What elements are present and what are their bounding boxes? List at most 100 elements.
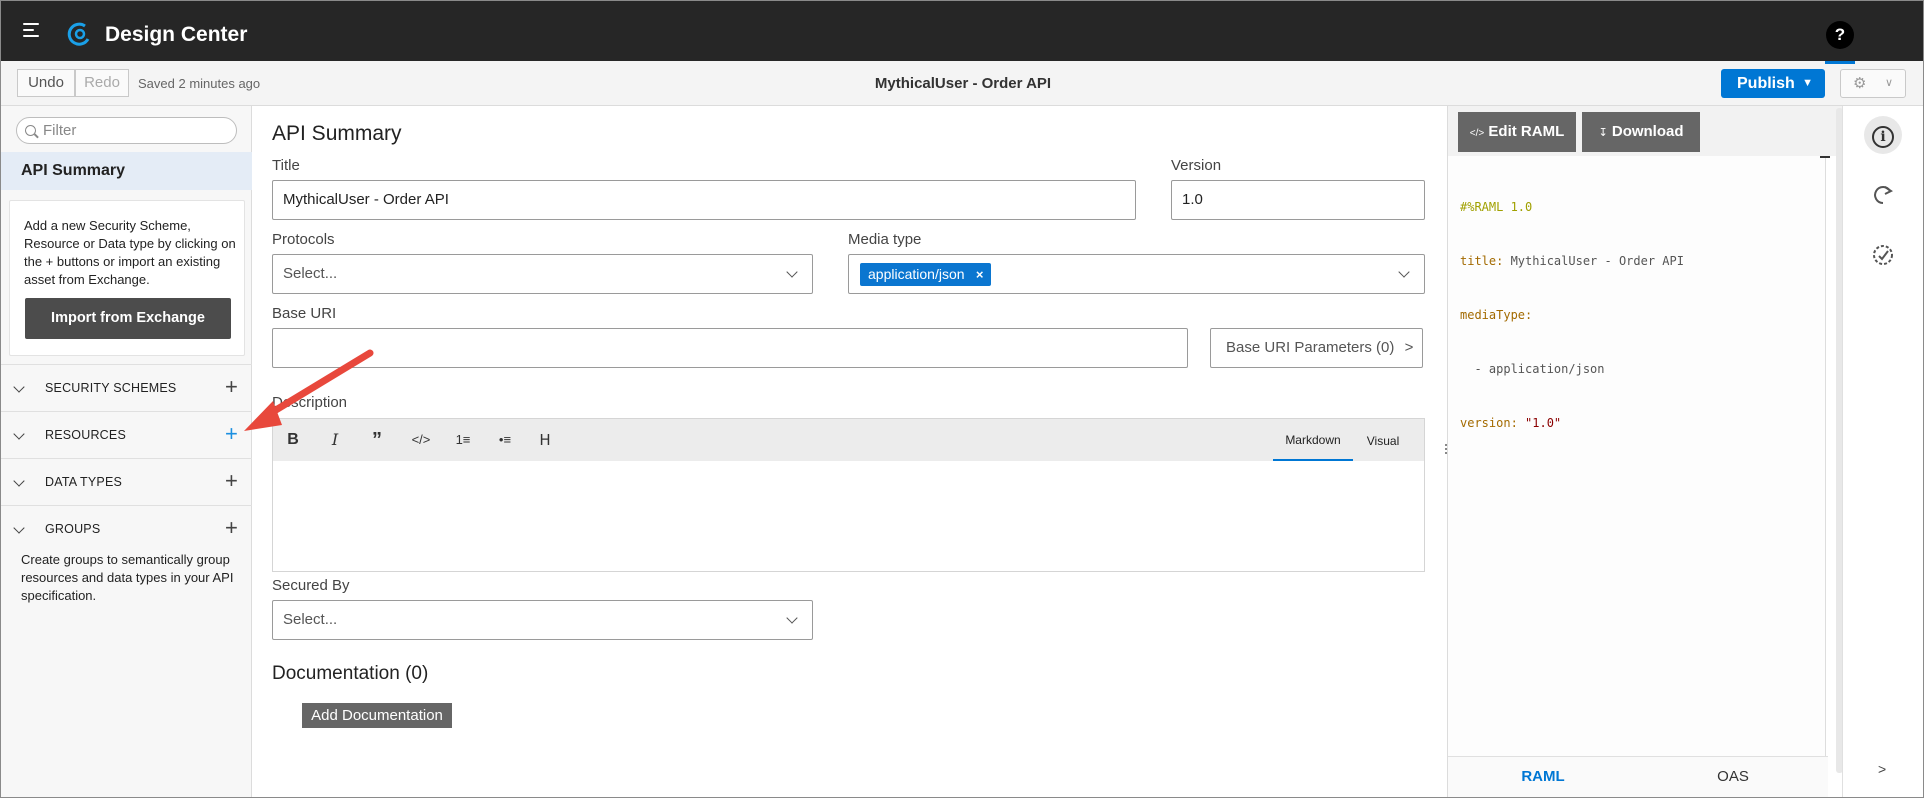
- protocols-select[interactable]: Select...: [272, 254, 813, 294]
- description-editor[interactable]: B I ” </> 1≡ •≡ H Markdown Visual: [272, 418, 1425, 572]
- code-button[interactable]: </>: [407, 429, 435, 451]
- spec-format-tabs: RAML OAS: [1448, 756, 1828, 797]
- add-security-scheme-button[interactable]: +: [225, 375, 238, 399]
- code-line: version: "1.0": [1460, 416, 1562, 430]
- section-data-types[interactable]: DATA TYPES +: [1, 458, 252, 505]
- chip-label: application/json: [868, 266, 965, 282]
- filter-placeholder: Filter: [43, 122, 77, 139]
- section-label: RESOURCES: [45, 428, 126, 442]
- heading-button[interactable]: H: [533, 429, 557, 451]
- help-button[interactable]: ?: [1826, 21, 1854, 49]
- chevron-down-icon: [1398, 266, 1410, 278]
- info-icon[interactable]: i: [1864, 116, 1902, 154]
- ordered-list-button[interactable]: 1≡: [449, 429, 477, 451]
- download-icon: ↧: [1598, 127, 1608, 139]
- download-label: Download: [1611, 123, 1684, 140]
- expand-panel-button[interactable]: >: [1878, 761, 1886, 777]
- media-type-select[interactable]: application/json ×: [848, 254, 1425, 294]
- info-card: Add a new Security Scheme, Resource or D…: [9, 200, 245, 356]
- settings-button[interactable]: ⚙ ∨: [1840, 69, 1906, 98]
- bold-button[interactable]: B: [281, 429, 305, 451]
- base-uri-input[interactable]: [272, 328, 1188, 368]
- code-icon: </>: [1469, 128, 1485, 139]
- quote-button[interactable]: ”: [365, 429, 389, 451]
- import-from-exchange-button[interactable]: Import from Exchange: [25, 298, 231, 339]
- publish-label: Publish: [1737, 75, 1795, 92]
- chevron-down-icon: ∨: [1884, 77, 1893, 89]
- editor-toolbar: B I ” </> 1≡ •≡ H Markdown Visual: [273, 419, 1424, 461]
- base-uri-parameters-label: Base URI Parameters (0): [1226, 339, 1395, 356]
- add-group-button[interactable]: +: [225, 516, 238, 540]
- section-groups[interactable]: GROUPS +: [1, 505, 252, 552]
- groups-help-text: Create groups to semantically group reso…: [21, 552, 234, 603]
- edit-raml-button[interactable]: </> Edit RAML: [1458, 112, 1576, 152]
- logo-icon: [67, 22, 90, 46]
- add-resource-button[interactable]: +: [225, 422, 238, 446]
- tab-oas[interactable]: OAS: [1638, 757, 1828, 797]
- section-label: GROUPS: [45, 522, 101, 536]
- title-input[interactable]: MythicalUser - Order API: [272, 180, 1136, 220]
- protocols-placeholder: Select...: [283, 265, 338, 282]
- top-header: Design Center ?: [1, 1, 1923, 61]
- api-summary-form: API Summary Title MythicalUser - Order A…: [253, 106, 1446, 797]
- chevron-down-icon[interactable]: [13, 475, 25, 487]
- search-icon: [25, 125, 36, 136]
- remove-chip-icon[interactable]: ×: [976, 263, 984, 286]
- secured-by-label: Secured By: [272, 577, 350, 594]
- chevron-right-icon: >: [1404, 339, 1414, 356]
- media-type-chip[interactable]: application/json ×: [860, 263, 991, 286]
- unordered-list-button[interactable]: •≡: [491, 429, 519, 451]
- protocols-label: Protocols: [272, 231, 335, 248]
- code-line: - application/json: [1460, 362, 1605, 376]
- page-title: API Summary: [272, 122, 402, 145]
- menu-icon[interactable]: [23, 23, 43, 39]
- section-label: DATA TYPES: [45, 475, 123, 489]
- publish-button[interactable]: Publish ▼: [1721, 69, 1825, 98]
- version-input[interactable]: 1.0: [1171, 180, 1425, 220]
- tab-raml[interactable]: RAML: [1448, 757, 1638, 797]
- media-type-label: Media type: [848, 231, 922, 248]
- right-icon-rail: i >: [1842, 106, 1923, 797]
- toolbar-accent: [1825, 61, 1855, 64]
- scroll-marker: [1820, 156, 1830, 158]
- section-security-schemes[interactable]: SECURITY SCHEMES +: [1, 364, 252, 411]
- tab-markdown[interactable]: Markdown: [1273, 419, 1353, 461]
- edit-raml-label: Edit RAML: [1488, 123, 1565, 140]
- secured-by-select[interactable]: Select...: [272, 600, 813, 640]
- app-title: Design Center: [105, 23, 248, 46]
- gear-icon: ⚙: [1853, 75, 1867, 92]
- description-label: Description: [272, 394, 348, 411]
- code-line: title: MythicalUser - Order API: [1460, 254, 1684, 268]
- share-icon[interactable]: [1864, 176, 1902, 214]
- section-resources[interactable]: RESOURCES +: [1, 411, 252, 458]
- code-panel: </> Edit RAML ↧ Download #%RAML 1.0 titl…: [1447, 106, 1843, 797]
- secured-by-placeholder: Select...: [283, 611, 338, 628]
- chevron-down-icon[interactable]: [13, 428, 25, 440]
- dial-icon[interactable]: [1864, 236, 1902, 274]
- left-sidebar: Filter API Summary Add a new Security Sc…: [1, 106, 252, 797]
- base-uri-parameters-button[interactable]: Base URI Parameters (0) >: [1210, 328, 1423, 368]
- add-data-type-button[interactable]: +: [225, 469, 238, 493]
- title-label: Title: [272, 157, 300, 174]
- document-title: MythicalUser - Order API: [874, 75, 1052, 92]
- filter-input[interactable]: Filter: [16, 117, 237, 144]
- code-line: #%RAML 1.0: [1460, 200, 1533, 214]
- section-label: SECURITY SCHEMES: [45, 381, 177, 395]
- chevron-down-icon: ▼: [1802, 77, 1813, 89]
- editor-toolbar: Undo Redo Saved 2 minutes ago MythicalUs…: [1, 61, 1923, 106]
- chevron-down-icon: [786, 266, 798, 278]
- add-documentation-button[interactable]: Add Documentation: [302, 703, 452, 728]
- sidebar-item-api-summary[interactable]: API Summary: [1, 152, 252, 190]
- chevron-down-icon[interactable]: [13, 522, 25, 534]
- documentation-heading: Documentation (0): [272, 663, 429, 684]
- code-toolbar: </> Edit RAML ↧ Download: [1448, 106, 1843, 156]
- code-line: mediaType:: [1460, 308, 1533, 322]
- base-uri-label: Base URI: [272, 305, 337, 322]
- raml-code-view[interactable]: #%RAML 1.0 title: MythicalUser - Order A…: [1448, 156, 1826, 756]
- tab-visual[interactable]: Visual: [1355, 419, 1411, 461]
- chevron-down-icon: [786, 612, 798, 624]
- chevron-down-icon[interactable]: [13, 381, 25, 393]
- italic-button[interactable]: I: [323, 429, 347, 451]
- download-button[interactable]: ↧ Download: [1582, 112, 1700, 152]
- info-text: Add a new Security Scheme, Resource or D…: [24, 218, 236, 287]
